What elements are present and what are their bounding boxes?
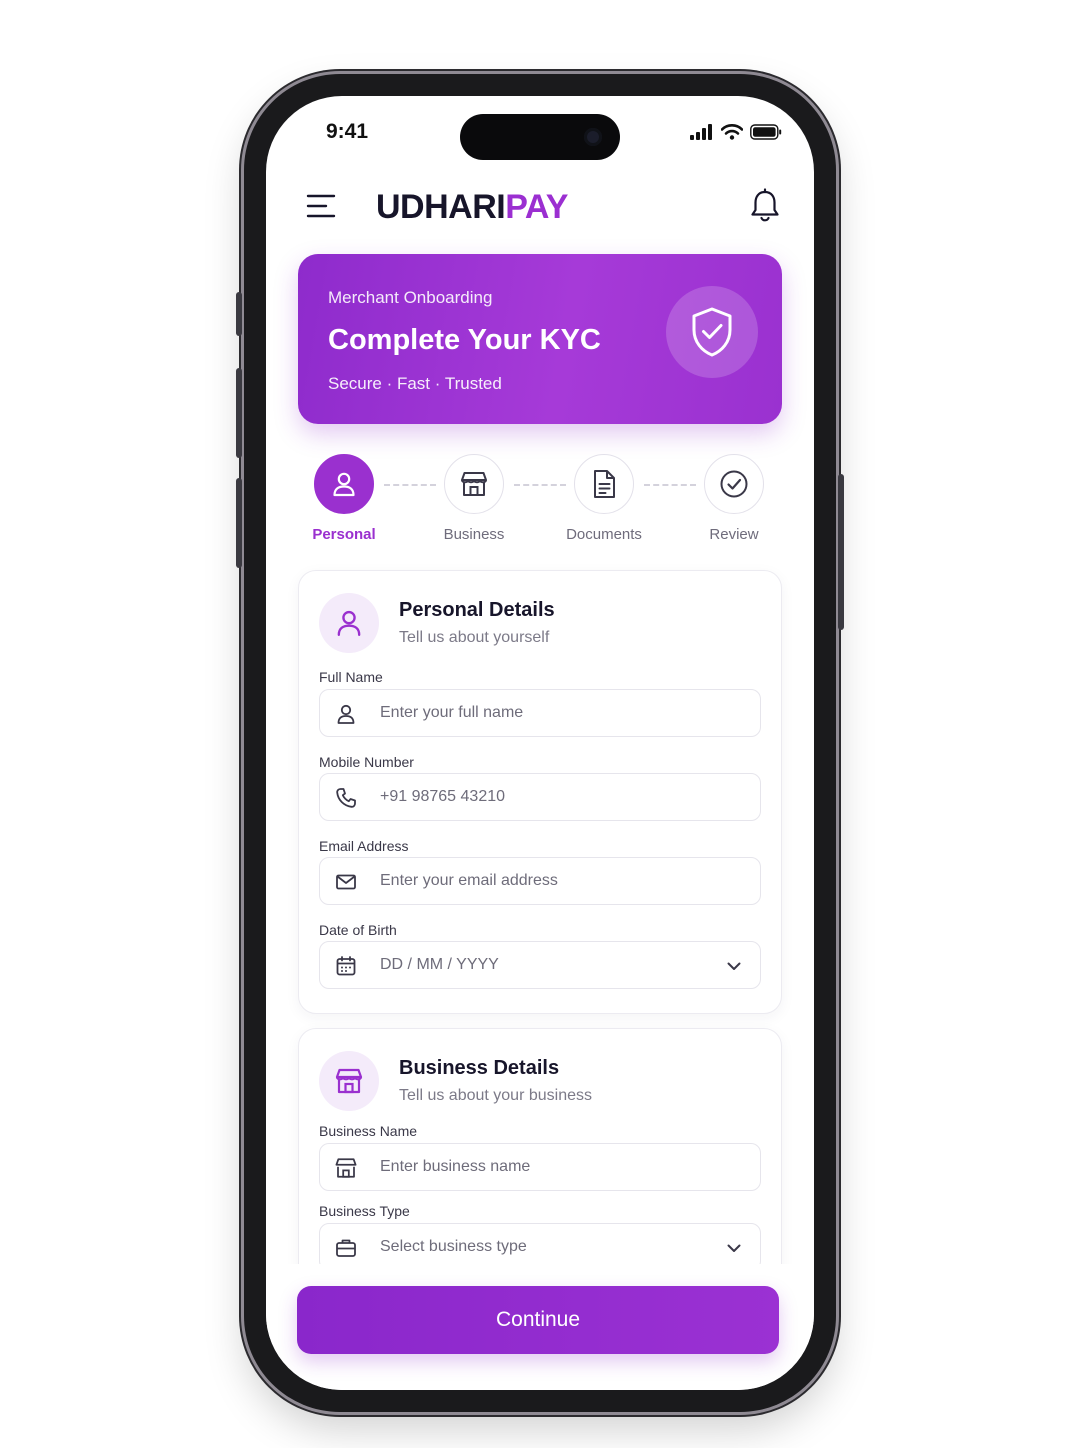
- calendar-icon: [336, 956, 356, 976]
- bell-icon[interactable]: [748, 188, 782, 224]
- business-name-label: Business Name: [319, 1123, 418, 1139]
- kyc-hero-banner: Merchant Onboarding Complete Your KYC Se…: [298, 254, 782, 424]
- step-business[interactable]: Business: [424, 454, 524, 543]
- battery-icon: [750, 124, 782, 140]
- shield-badge: [666, 286, 758, 378]
- status-icons: [690, 124, 782, 140]
- dynamic-island: [460, 114, 620, 160]
- volume-down-button: [236, 478, 242, 568]
- store-icon: [335, 1158, 357, 1178]
- phone-icon: [336, 788, 356, 808]
- menu-icon[interactable]: [306, 192, 336, 220]
- mobile-number-input[interactable]: +91 98765 43210: [319, 773, 761, 821]
- step-review[interactable]: Review: [684, 454, 784, 543]
- hero-subtitle: Secure · Fast · Trusted: [328, 374, 502, 393]
- brand-logo: UDHARIPAY: [376, 188, 568, 227]
- step-circle: [444, 454, 504, 514]
- full-name-input[interactable]: Enter your full name: [319, 689, 761, 737]
- kyc-stepper: Personal Business Documents Review: [298, 454, 782, 554]
- step-documents[interactable]: Documents: [554, 454, 654, 543]
- mobile-number-label: Mobile Number: [319, 754, 414, 770]
- step-label: Review: [709, 526, 759, 543]
- brand-part-1: UDHARI: [376, 188, 506, 226]
- step-label: Documents: [566, 526, 642, 543]
- step-label: Personal: [312, 526, 376, 543]
- store-icon: [335, 1068, 363, 1094]
- status-time: 9:41: [326, 120, 369, 143]
- personal-details-card: Personal Details Tell us about yourself …: [298, 570, 782, 1014]
- card-title: Personal Details: [399, 599, 555, 621]
- brand-part-2: PAY: [505, 188, 568, 226]
- top-bar: UDHARIPAY: [302, 182, 782, 230]
- hero-eyebrow: Merchant Onboarding: [328, 288, 493, 307]
- briefcase-icon: [336, 1239, 356, 1257]
- personal-avatar: [319, 593, 379, 653]
- signal-icon: [690, 124, 712, 140]
- wifi-icon: [721, 124, 743, 140]
- card-subtitle: Tell us about your business: [399, 1087, 592, 1104]
- field-placeholder: Enter your full name: [380, 704, 524, 721]
- user-icon: [337, 704, 355, 724]
- user-icon: [333, 472, 355, 497]
- full-name-label: Full Name: [319, 669, 383, 685]
- field-placeholder: DD / MM / YYYY: [380, 956, 499, 973]
- chevron-down-icon: [727, 962, 741, 970]
- continue-button[interactable]: Continue: [297, 1286, 779, 1354]
- check-circle-icon: [720, 470, 748, 498]
- store-icon: [461, 472, 487, 496]
- mail-icon: [336, 874, 356, 890]
- front-camera: [584, 128, 602, 146]
- card-title: Business Details: [399, 1057, 560, 1079]
- business-name-input[interactable]: Enter business name: [319, 1143, 761, 1191]
- phone-frame: 9:41 UDHARIPAY Merchant Onboarding Compl…: [236, 74, 844, 1412]
- chevron-down-icon: [727, 1244, 741, 1252]
- field-placeholder: Enter business name: [380, 1158, 531, 1175]
- field-placeholder: Select business type: [380, 1238, 527, 1255]
- volume-up-button: [236, 368, 242, 458]
- email-address-label: Email Address: [319, 838, 409, 854]
- step-circle: [574, 454, 634, 514]
- phone-screen: 9:41 UDHARIPAY Merchant Onboarding Compl…: [266, 96, 814, 1390]
- business-type-label: Business Type: [319, 1203, 410, 1219]
- power-button: [838, 474, 844, 630]
- step-label: Business: [443, 526, 505, 543]
- document-icon: [594, 470, 615, 498]
- action-button: [236, 292, 242, 336]
- hero-title: Complete Your KYC: [328, 324, 601, 356]
- step-personal[interactable]: Personal: [294, 454, 394, 543]
- step-circle: [704, 454, 764, 514]
- business-avatar: [319, 1051, 379, 1111]
- date-of-birth-label: Date of Birth: [319, 922, 397, 938]
- field-value: +91 98765 43210: [380, 788, 506, 805]
- step-circle: [314, 454, 374, 514]
- email-address-input[interactable]: Enter your email address: [319, 857, 761, 905]
- user-icon: [337, 610, 361, 636]
- card-subtitle: Tell us about yourself: [399, 629, 550, 646]
- field-placeholder: Enter your email address: [380, 872, 558, 889]
- date-of-birth-select[interactable]: DD / MM / YYYY: [319, 941, 761, 989]
- shield-check-icon: [692, 307, 732, 357]
